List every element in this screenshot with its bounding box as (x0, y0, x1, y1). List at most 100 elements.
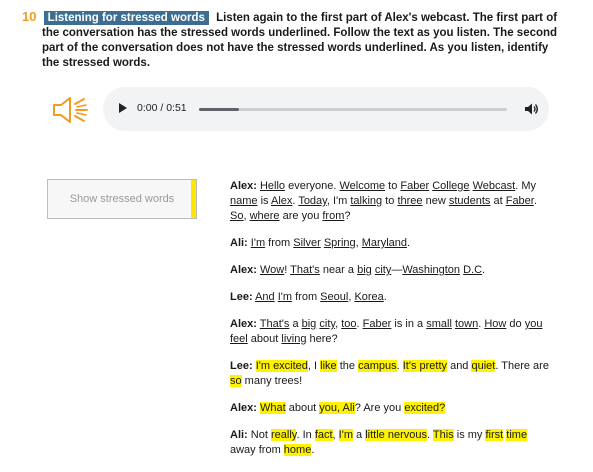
transcript-line: Ali: Not really. In fact, I'm a little n… (230, 428, 550, 458)
stressed-word: Spring (323, 237, 356, 249)
speaker-name: Ali: (230, 237, 248, 249)
highlighted-word: It's pretty (402, 360, 448, 372)
transcript-text: a (289, 318, 302, 330)
speaker-name: Lee: (230, 360, 253, 372)
speaker-name: Alex: (230, 180, 257, 192)
stressed-word: Korea (354, 291, 384, 303)
stressed-word: That's (290, 264, 320, 276)
transcript-text: is (257, 195, 271, 207)
stressed-word: Faber (362, 318, 392, 330)
exercise-header: 10 Listening for stressed words Listen a… (22, 9, 562, 71)
stressed-word: And (255, 291, 275, 303)
transcript-text: from (292, 291, 321, 303)
speaker-name: Lee: (230, 291, 253, 303)
transcript-text: ? Are you (354, 402, 405, 414)
transcript-text: near a (319, 264, 358, 276)
stressed-word: from (322, 210, 345, 222)
highlighted-word: first (485, 429, 504, 441)
stressed-word: That's (259, 318, 290, 330)
exercise-title: Listening for stressed words (43, 11, 209, 25)
highlighted-word: I'm excited (255, 360, 308, 372)
transcript-line: Alex: Hello everyone. Welcome to Faber C… (230, 179, 550, 224)
stressed-word: three (397, 195, 423, 207)
highlighted-word: like (320, 360, 337, 372)
highlighted-word: time (506, 429, 528, 441)
highlighted-word: really (270, 429, 297, 441)
speaker-icon (53, 97, 88, 123)
show-stressed-words-button[interactable]: Show stressed words (47, 179, 197, 219)
transcript-text: . (311, 444, 315, 456)
highlighted-word: fact (314, 429, 333, 441)
highlighted-word: campus (358, 360, 397, 372)
audio-player[interactable]: 0:00 / 0:51 (103, 87, 549, 131)
stressed-word: Today (298, 195, 327, 207)
highlighted-word: This (432, 429, 454, 441)
stressed-word: big (301, 318, 317, 330)
exercise-heading: 10 Listening for stressed words Listen a… (22, 9, 562, 71)
highlighted-word: quiet (471, 360, 496, 372)
audio-progress-bar[interactable] (199, 108, 507, 111)
highlighted-word: I'm (338, 429, 353, 441)
speaker-name: Alex: (230, 402, 257, 414)
stressed-word: Seoul (320, 291, 349, 303)
transcript-text: many trees! (241, 375, 303, 387)
transcript-text: to (385, 180, 401, 192)
stressed-word: Washington (402, 264, 461, 276)
highlighted-word: What (259, 402, 286, 414)
transcript-text: . In (296, 429, 315, 441)
transcript-text: , I (307, 360, 321, 372)
stressed-word: Webcast (472, 180, 516, 192)
transcript: Alex: Hello everyone. Welcome to Faber C… (230, 179, 550, 470)
transcript-text: here? (306, 333, 338, 345)
volume-icon[interactable] (523, 101, 539, 117)
audio-time: 0:00 / 0:51 (137, 102, 187, 114)
highlighted-word: excited? (404, 402, 446, 414)
transcript-text: to (382, 195, 398, 207)
transcript-text: , I'm (326, 195, 351, 207)
stressed-word: town (454, 318, 479, 330)
stressed-word: too (341, 318, 357, 330)
transcript-text: . (533, 195, 537, 207)
stressed-word: name (230, 195, 258, 207)
stressed-word: talking (350, 195, 383, 207)
stressed-word: I'm (277, 291, 293, 303)
transcript-text: . There are (495, 360, 549, 372)
transcript-text: at (490, 195, 506, 207)
transcript-line: Lee: And I'm from Seoul, Korea. (230, 290, 550, 305)
speaker-name: Ali: (230, 429, 248, 441)
audio-progress-fill (199, 108, 239, 111)
transcript-text: the (336, 360, 359, 372)
transcript-text: , (332, 429, 339, 441)
transcript-text: and (447, 360, 472, 372)
show-stressed-words-label: Show stressed words (69, 193, 175, 205)
transcript-text: Not (250, 429, 271, 441)
transcript-text: ? (344, 210, 351, 222)
stressed-word: living (281, 333, 307, 345)
stressed-word: city (374, 264, 392, 276)
button-accent-bar (191, 180, 196, 218)
stressed-word: Faber (400, 180, 430, 192)
play-icon[interactable] (119, 103, 127, 113)
highlighted-word: little nervous (365, 429, 427, 441)
transcript-text: are you (279, 210, 323, 222)
transcript-text: do (506, 318, 525, 330)
speaker-name: Alex: (230, 264, 257, 276)
transcript-text: is my (453, 429, 486, 441)
highlighted-word: home (283, 444, 312, 456)
stressed-word: Hello (259, 180, 286, 192)
transcript-text: . My (515, 180, 536, 192)
transcript-text: . (396, 360, 403, 372)
stressed-word: feel (230, 333, 248, 345)
transcript-text: — (391, 264, 403, 276)
highlighted-word: you, Ali (319, 402, 355, 414)
stressed-word: you (524, 318, 543, 330)
highlighted-word: so (230, 375, 242, 387)
stressed-word: College (432, 180, 470, 192)
transcript-text: . (383, 291, 387, 303)
stressed-word: Alex (270, 195, 293, 207)
transcript-text: . (482, 264, 486, 276)
transcript-line: Alex: That's a big city, too. Faber is i… (230, 317, 550, 347)
stressed-word: city (319, 318, 336, 330)
transcript-line: Alex: What about you, Ali? Are you excit… (230, 401, 550, 416)
transcript-text: from (265, 237, 294, 249)
